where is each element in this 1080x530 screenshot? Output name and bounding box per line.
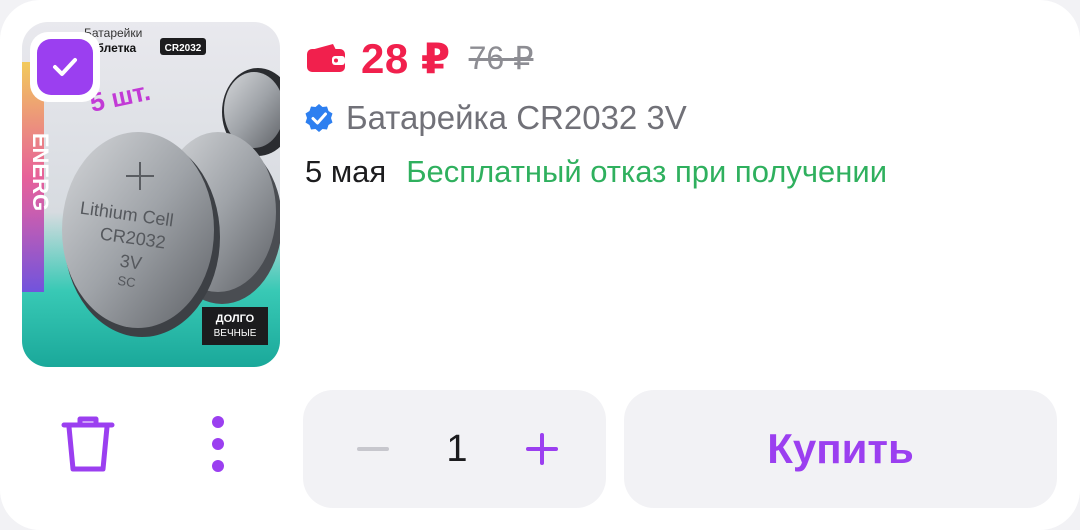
old-price: 76 ₽ (468, 40, 534, 76)
free-return-note: Бесплатный отказ при получении (406, 154, 888, 189)
promo-text-line1: ДОЛГО (216, 313, 255, 325)
increase-quantity-button[interactable] (512, 419, 572, 479)
decrease-quantity-button[interactable] (343, 419, 403, 479)
more-options-button[interactable] (188, 408, 248, 480)
checkmark-icon (53, 58, 77, 76)
product-title: Батарейка CR2032 3V (346, 99, 687, 136)
plus-icon (526, 433, 558, 465)
cart-item-card: ENERG Батарейки таблетка CR2032 5 шт. Li… (0, 0, 1080, 530)
delivery-date: 5 мая (305, 154, 387, 189)
checkbox-checked-state (37, 39, 93, 95)
title-row[interactable]: Батарейка CR2032 3V (304, 96, 687, 140)
current-price: 28 ₽ (361, 34, 451, 82)
buy-button[interactable]: Купить (624, 390, 1057, 508)
coin-text-line3: 3V (119, 251, 144, 274)
delivery-row: 5 мая Бесплатный отказ при получении (305, 150, 887, 194)
delete-button[interactable] (52, 408, 124, 480)
more-vertical-icon (212, 416, 224, 472)
coin-text-line4: SC (117, 273, 137, 290)
select-checkbox[interactable] (30, 32, 100, 102)
side-brand-text: ENERG (28, 133, 53, 211)
quantity-value: 1 (446, 427, 468, 470)
wallet-icon (307, 44, 345, 72)
price-row: 28 ₽ 76 ₽ (305, 30, 533, 86)
verified-badge-icon (305, 104, 333, 132)
image-model-badge: CR2032 (165, 43, 202, 54)
promo-text-line2: ВЕЧНЫЕ (214, 328, 257, 339)
quantity-stepper: 1 (303, 390, 606, 508)
minus-icon (357, 447, 389, 451)
trash-icon (61, 416, 115, 472)
